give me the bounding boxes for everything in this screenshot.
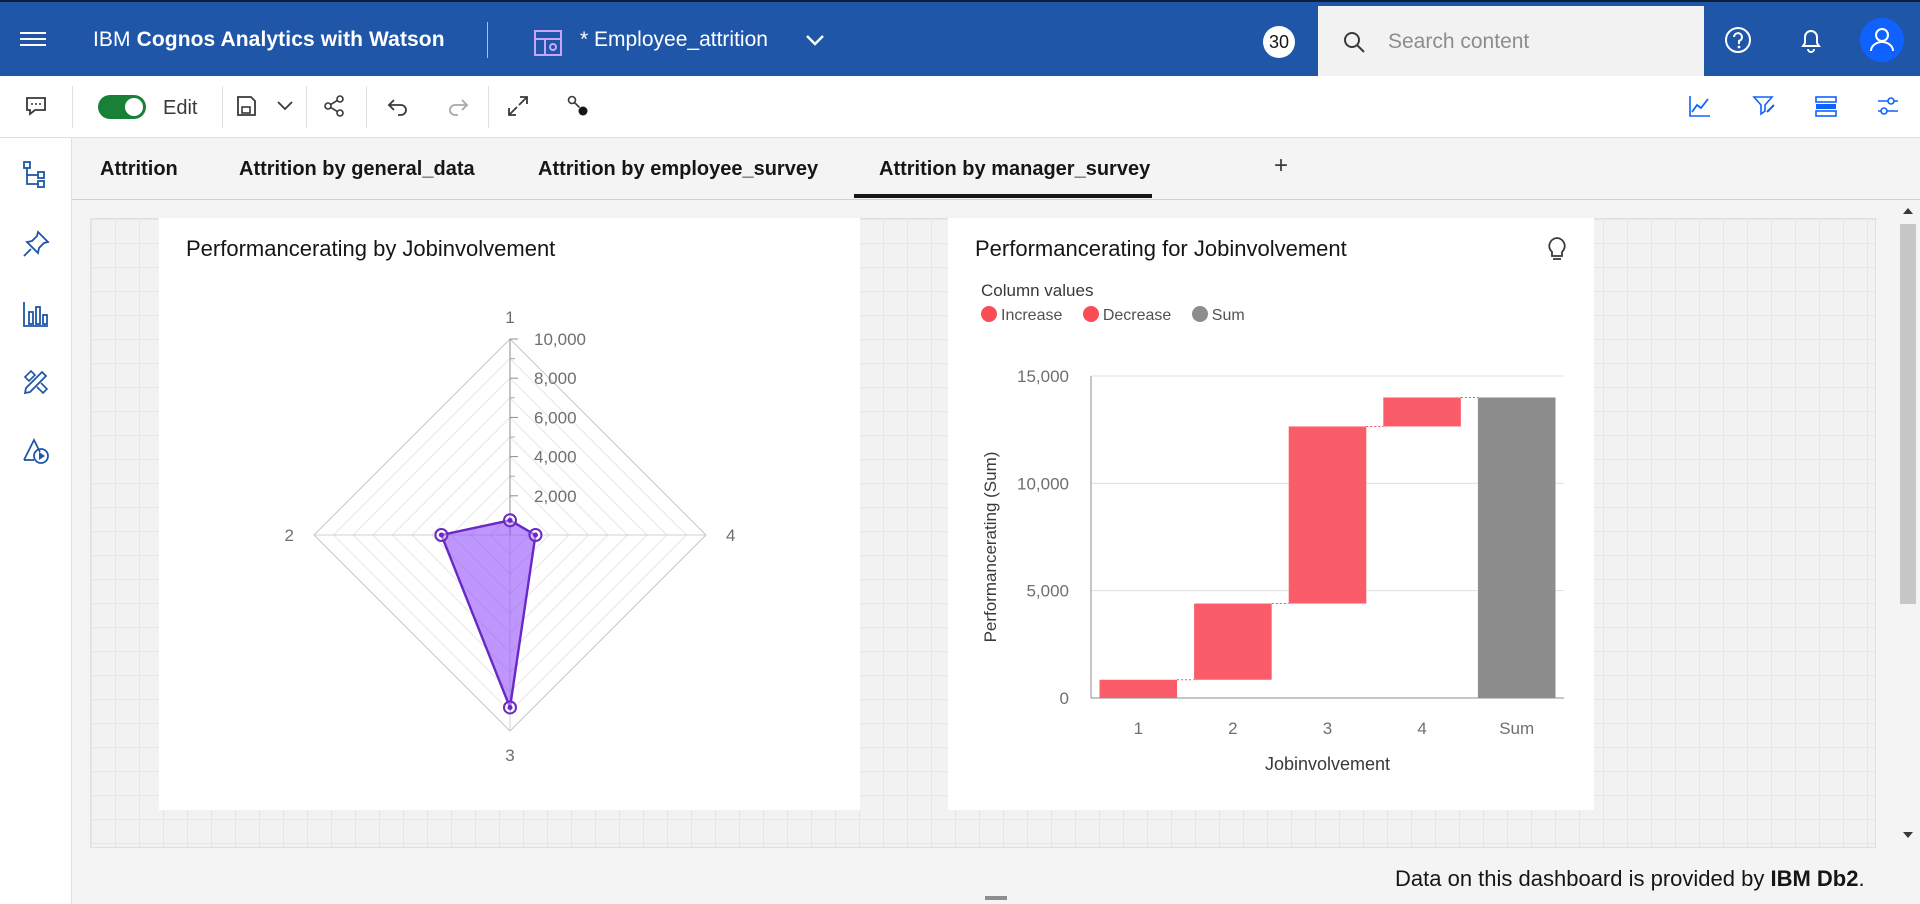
header-divider (487, 22, 488, 58)
toolbar-divider (72, 86, 73, 128)
redo-icon[interactable] (446, 94, 470, 118)
waterfall-x-tick-label: 1 (1134, 719, 1143, 738)
waterfall-x-axis-title: Jobinvolvement (1265, 754, 1390, 774)
help-icon[interactable] (1724, 26, 1752, 54)
notification-count-badge[interactable]: 30 (1263, 26, 1295, 58)
tab-attrition[interactable]: Attrition (100, 158, 178, 181)
search-input[interactable] (1388, 24, 1688, 60)
data-tree-icon[interactable] (22, 160, 50, 188)
toolbar-divider (222, 86, 223, 128)
radar-data-area (439, 519, 537, 713)
radar-data-point-dot (507, 517, 513, 523)
waterfall-x-tick-label: Sum (1499, 719, 1534, 738)
radar-tick-label: 2,000 (534, 487, 577, 506)
waterfall-y-tick-label: 5,000 (1026, 582, 1069, 601)
radar-category-label: 4 (726, 526, 735, 545)
radar-data-point-dot (438, 532, 444, 538)
waterfall-y-axis-title: Performancerating (Sum) (981, 452, 1000, 643)
waterfall-chart-card[interactable]: Performancerating for Jobinvolvement Col… (948, 218, 1594, 810)
active-tab-indicator (854, 194, 1152, 198)
hamburger-menu-icon[interactable] (20, 28, 46, 50)
left-rail (0, 138, 72, 904)
data-source-footer: Data on this dashboard is provided by IB… (1395, 866, 1865, 891)
toolbar-divider (366, 86, 367, 128)
waterfall-y-tick-label: 10,000 (1017, 474, 1069, 493)
dashboard-icon (534, 30, 562, 56)
waterfall-bar (1477, 397, 1556, 698)
radar-tick-label: 4,000 (534, 448, 577, 467)
edit-label: Edit (163, 97, 198, 119)
tab-attrition-by-employee-survey[interactable]: Attrition by employee_survey (538, 158, 818, 181)
user-avatar[interactable] (1860, 18, 1904, 62)
media-shapes-icon[interactable] (22, 436, 50, 464)
search-icon (1344, 32, 1365, 53)
filter-edit-icon[interactable] (1752, 94, 1776, 118)
toolbar-divider (306, 86, 307, 128)
visualizations-icon[interactable] (22, 300, 50, 328)
undo-icon[interactable] (386, 94, 410, 118)
user-icon (1870, 28, 1894, 52)
waterfall-y-tick-label: 15,000 (1017, 367, 1069, 386)
relationship-icon[interactable] (566, 94, 590, 118)
settings-sliders-icon[interactable] (1876, 94, 1900, 118)
save-icon[interactable] (234, 94, 258, 118)
waterfall-bar (1383, 397, 1461, 427)
scroll-up-icon[interactable] (1902, 206, 1914, 216)
share-icon[interactable] (322, 94, 346, 118)
canvas-scrollbar[interactable] (1896, 204, 1920, 844)
radar-category-label: 2 (285, 526, 294, 545)
waterfall-chart: 0 5,000 10,000 15,000 1 2 3 4 Sum Jobinvolvement P… (981, 367, 1564, 774)
waterfall-bar (1288, 426, 1367, 604)
chevron-down-icon[interactable] (805, 32, 825, 48)
add-tab-button[interactable]: + (1274, 152, 1288, 180)
waterfall-x-tick-label: 3 (1323, 719, 1332, 738)
toggle-check-icon (125, 98, 143, 116)
edit-mode-toggle[interactable] (98, 95, 146, 119)
waterfall-bar (1099, 679, 1178, 698)
tab-bar: Attrition Attrition by general_data Attr… (72, 138, 1920, 200)
waterfall-x-tick-label: 4 (1417, 719, 1426, 738)
document-title[interactable]: * Employee_attrition (580, 28, 768, 52)
top-bar: IBM Cognos Analytics with Watson * Emplo… (0, 0, 1920, 78)
maximize-icon[interactable] (506, 94, 530, 118)
waterfall-y-tick-label: 0 (1060, 689, 1069, 708)
pin-icon[interactable] (22, 230, 50, 258)
waterfall-bar (1194, 603, 1272, 680)
save-menu-chevron-icon[interactable] (276, 98, 294, 114)
radar-tick-label: 8,000 (534, 369, 577, 388)
radar-chart: 2,000 4,000 6,000 8,000 10,000 1 2 3 4 (285, 308, 736, 765)
comment-icon[interactable] (24, 94, 48, 118)
product-name: IBM Cognos Analytics with Watson (93, 28, 445, 51)
search-box (1318, 6, 1704, 78)
insights-chart-icon[interactable] (1688, 94, 1712, 118)
radar-category-label: 3 (505, 746, 514, 765)
properties-panel-icon[interactable] (1814, 94, 1838, 118)
radar-tick-label: 6,000 (534, 408, 577, 427)
radar-chart-card[interactable]: Performancerating by Jobinvolvement 2,00… (159, 218, 860, 810)
radar-data-point-dot (507, 704, 513, 710)
notification-bell-icon[interactable] (1797, 26, 1825, 54)
scroll-down-icon[interactable] (1902, 830, 1914, 840)
radar-tick-label: 10,000 (534, 330, 586, 349)
waterfall-x-tick-label: 2 (1228, 719, 1237, 738)
assets-edit-icon[interactable] (22, 368, 50, 396)
scrollbar-thumb[interactable] (1900, 224, 1916, 604)
radar-category-label: 1 (505, 308, 514, 327)
tab-attrition-by-manager-survey[interactable]: Attrition by manager_survey (879, 158, 1150, 181)
tab-attrition-by-general-data[interactable]: Attrition by general_data (239, 158, 475, 181)
edit-toolbar: Edit (0, 76, 1920, 138)
resize-handle[interactable] (985, 896, 1007, 900)
radar-data-point-dot (532, 532, 538, 538)
toolbar-divider (488, 86, 489, 128)
